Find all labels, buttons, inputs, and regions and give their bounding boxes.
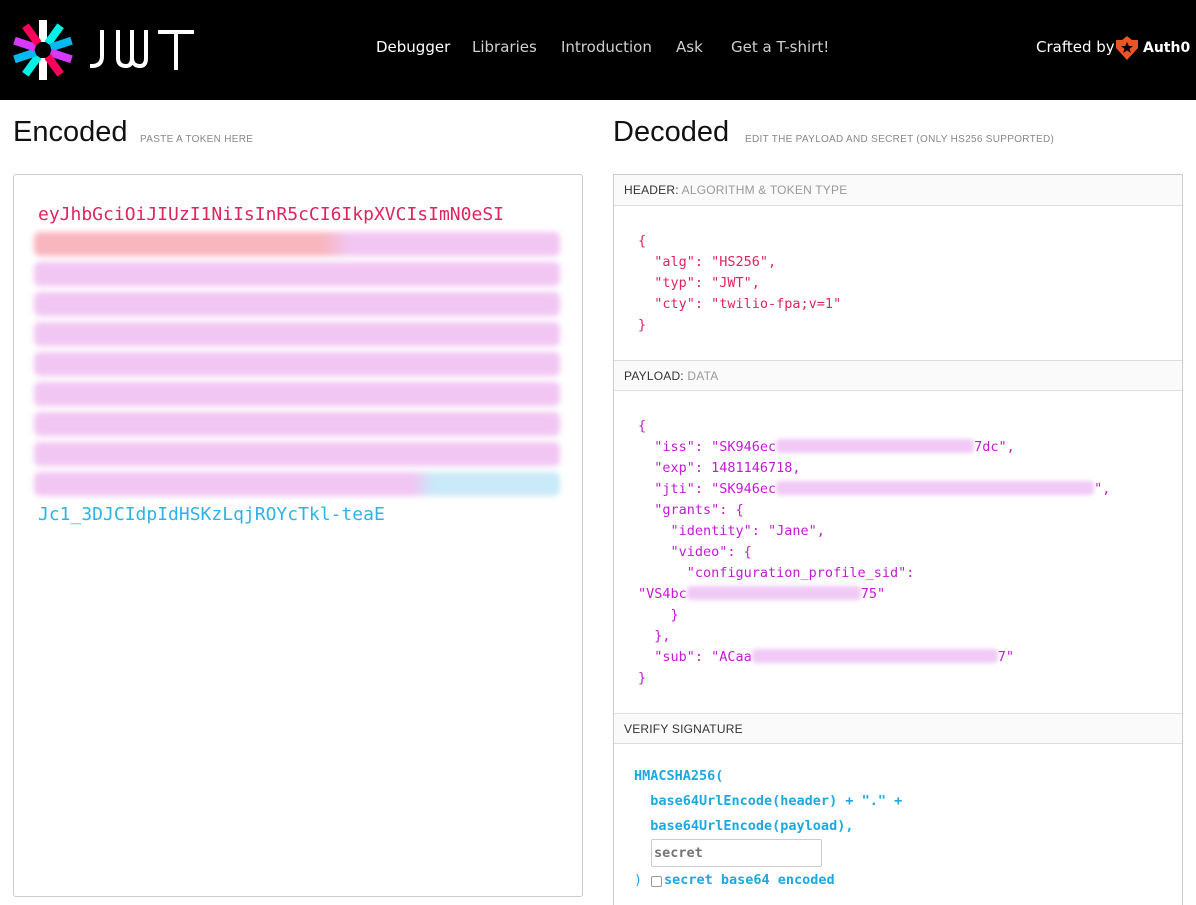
json-line: {	[638, 233, 647, 249]
jwt-logo-icon[interactable]	[12, 19, 74, 81]
nav-get-tshirt[interactable]: Get a T-shirt!	[731, 38, 829, 56]
json-line: "jti": "SK946ec ",	[638, 479, 1110, 500]
header-label: HEADER:	[624, 183, 679, 197]
json-line: "alg": "HS256",	[638, 254, 777, 270]
verify-hmac-line: HMACSHA256(	[634, 768, 724, 784]
auth0-brand-link[interactable]: Auth0	[1143, 40, 1190, 56]
decoded-title: Decoded	[613, 116, 730, 148]
json-config-suffix: 75"	[860, 586, 886, 602]
nav-ask[interactable]: Ask	[676, 38, 703, 56]
payload-label: PAYLOAD:	[624, 369, 684, 383]
json-line: }	[638, 670, 647, 686]
jwt-wordmark	[89, 30, 194, 70]
json-line: {	[638, 418, 647, 434]
redacted-value	[751, 649, 998, 663]
encoded-redacted-token-body	[34, 230, 560, 498]
json-line: }	[638, 317, 647, 333]
base64-encoded-label[interactable]: secret base64 encoded	[664, 872, 835, 888]
json-line: }	[638, 607, 679, 623]
nav-debugger[interactable]: Debugger	[376, 38, 450, 56]
base64-encoded-checkbox[interactable]	[651, 876, 662, 887]
json-line: },	[638, 628, 671, 644]
json-line: "video": {	[638, 544, 752, 560]
decoded-subtitle: EDIT THE PAYLOAD AND SECRET (ONLY HS256 …	[745, 134, 1055, 145]
secret-input[interactable]	[651, 839, 822, 867]
json-line: "configuration_profile_sid":	[638, 565, 915, 581]
header-section-label: HEADER: ALGORITHM & TOKEN TYPE	[614, 175, 1182, 206]
payload-section-label: PAYLOAD: DATA	[614, 360, 1182, 391]
redacted-value	[686, 586, 861, 600]
json-iss-suffix: 7dc",	[974, 439, 1015, 455]
json-line: "grants": {	[638, 502, 744, 518]
verify-payload-line: base64UrlEncode(payload),	[634, 818, 854, 834]
redacted-value	[776, 439, 975, 453]
json-line: "sub": "ACaa 7"	[638, 647, 1110, 668]
nav-introduction[interactable]: Introduction	[561, 38, 652, 56]
json-line: "iss": "SK946ec 7dc",	[638, 437, 1110, 458]
json-line: "VS4bc 75"	[638, 584, 1110, 605]
json-line: "cty": "twilio-fpa;v=1"	[638, 296, 842, 312]
header-json-editor[interactable]: { "alg": "HS256", "typ": "JWT", "cty": "…	[638, 231, 841, 336]
json-sub-prefix: "sub": "ACaa	[638, 649, 752, 665]
nav-libraries[interactable]: Libraries	[472, 38, 537, 56]
auth0-logo-icon[interactable]	[1116, 36, 1138, 60]
header-sublabel: ALGORITHM & TOKEN TYPE	[681, 183, 848, 197]
json-line: "typ": "JWT",	[638, 275, 760, 291]
encoded-subtitle: PASTE A TOKEN HERE	[140, 134, 254, 145]
verify-header-line: base64UrlEncode(header) + "." +	[634, 793, 903, 809]
json-config-prefix: "VS4bc	[638, 586, 687, 602]
json-iss-prefix: "iss": "SK946ec	[638, 439, 777, 455]
verify-close-paren: )	[634, 872, 643, 888]
encoded-title: Encoded	[13, 116, 128, 148]
json-jti-suffix: ",	[1094, 481, 1111, 497]
verify-label: VERIFY SIGNATURE	[624, 722, 743, 736]
encoded-header-segment: eyJhbGciOiJIUzI1NiIsInR5cCI6IkpXVCIsImN0…	[38, 204, 504, 225]
redacted-value	[776, 481, 1095, 495]
crafted-by-text: Crafted by	[1036, 38, 1115, 56]
payload-sublabel: DATA	[687, 369, 719, 383]
json-line: "identity": "Jane",	[638, 523, 825, 539]
json-line: "exp": 1481146718,	[638, 460, 801, 476]
verify-section-label: VERIFY SIGNATURE	[614, 713, 1182, 744]
top-navigation-bar: Debugger Libraries Introduction Ask Get …	[0, 0, 1196, 100]
encoded-signature-segment: Jc1_3DJCIdpIdHSKzLqjROYcTkl-teaE	[38, 504, 385, 525]
json-jti-prefix: "jti": "SK946ec	[638, 481, 777, 497]
json-sub-suffix: 7"	[997, 649, 1015, 665]
payload-json-editor[interactable]: { "iss": "SK946ec 7dc", "exp": 1481146718…	[638, 416, 1110, 689]
